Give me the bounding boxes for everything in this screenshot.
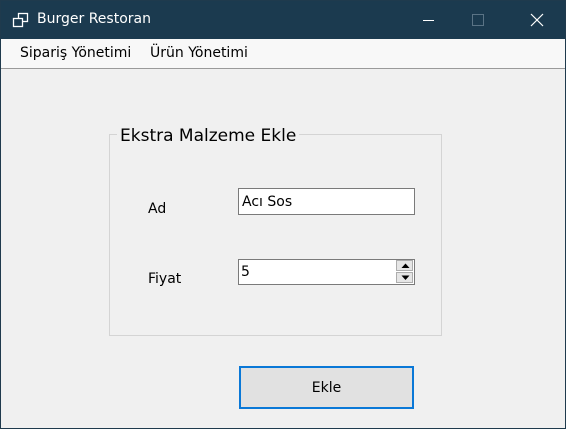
- maximize-icon: [472, 14, 484, 26]
- spin-down-button[interactable]: [396, 272, 413, 283]
- ekstra-malzeme-groupbox: [109, 134, 442, 336]
- menu-bar: Sipariş Yönetimi Ürün Yönetimi: [1, 39, 565, 69]
- maximize-button[interactable]: [451, 1, 497, 39]
- menu-siparis-yonetimi[interactable]: Sipariş Yönetimi: [20, 45, 131, 61]
- groupbox-title: Ekstra Malzeme Ekle: [117, 126, 300, 146]
- window-title: Burger Restoran: [37, 11, 151, 27]
- arrow-down-icon: [401, 275, 410, 280]
- menu-urun-yonetimi[interactable]: Ürün Yönetimi: [150, 45, 248, 61]
- ad-input[interactable]: [238, 188, 415, 215]
- close-button[interactable]: [511, 1, 557, 39]
- close-icon: [530, 13, 544, 27]
- fiyat-spinner: [396, 260, 414, 284]
- ad-label: Ad: [148, 201, 167, 217]
- title-bar[interactable]: Burger Restoran: [1, 1, 565, 39]
- fiyat-label: Fiyat: [148, 271, 182, 287]
- spin-up-button[interactable]: [396, 260, 413, 271]
- app-window: Burger Restoran Sipariş Yönetimi Ürün Yö…: [0, 0, 566, 429]
- arrow-up-icon: [401, 263, 410, 268]
- fiyat-numeric-updown[interactable]: [238, 259, 415, 285]
- window-cascade-icon: [12, 12, 30, 28]
- minimize-icon: [423, 20, 434, 21]
- minimize-button[interactable]: [405, 1, 451, 39]
- ekle-button[interactable]: Ekle: [239, 366, 414, 409]
- fiyat-input[interactable]: [239, 260, 394, 284]
